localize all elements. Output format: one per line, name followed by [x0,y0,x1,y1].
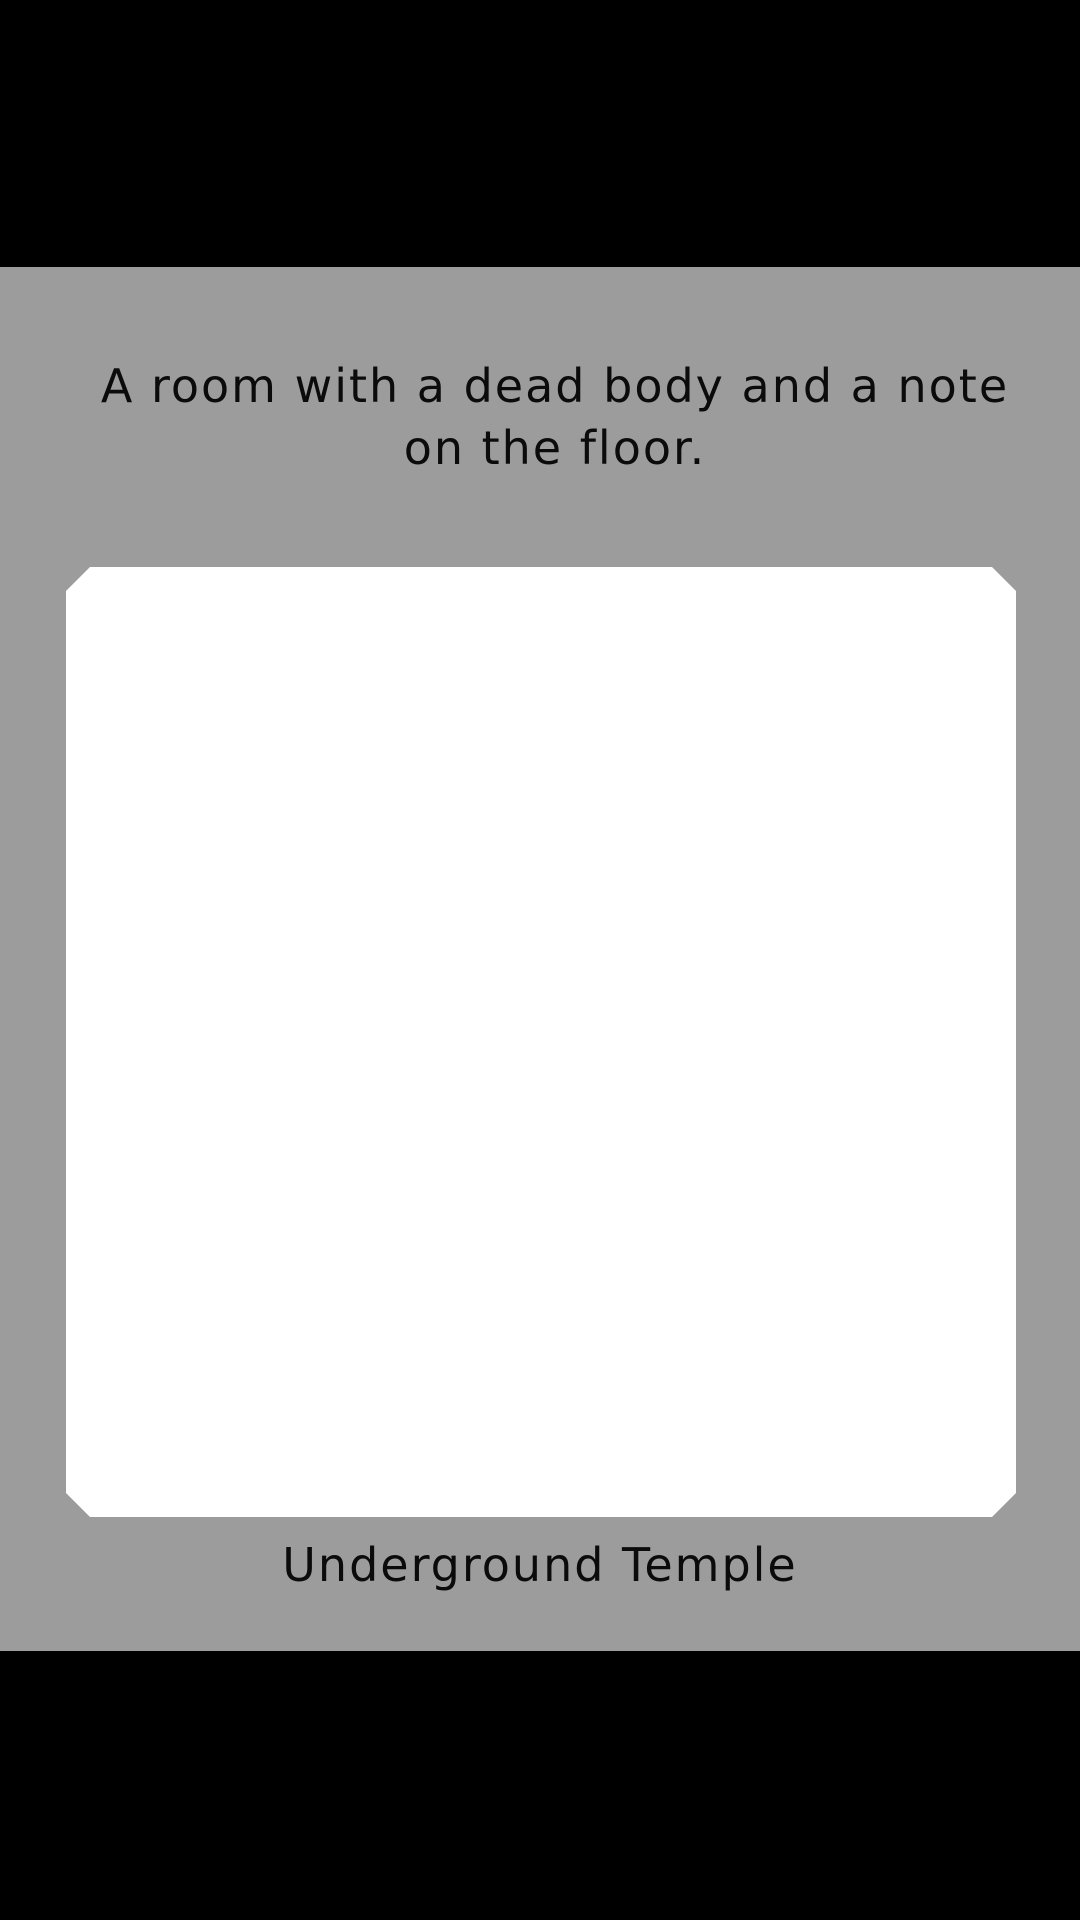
letterbox-bottom [0,1651,1080,1920]
letterbox-top [0,0,1080,267]
scene-image-frame[interactable] [66,567,1016,1517]
location-name: Underground Temple [282,1538,798,1592]
game-panel: A room with a dead body and a note on th… [0,267,1080,1651]
scene-description: A room with a dead body and a note on th… [100,359,1010,475]
game-screen: A room with a dead body and a note on th… [0,0,1080,1920]
